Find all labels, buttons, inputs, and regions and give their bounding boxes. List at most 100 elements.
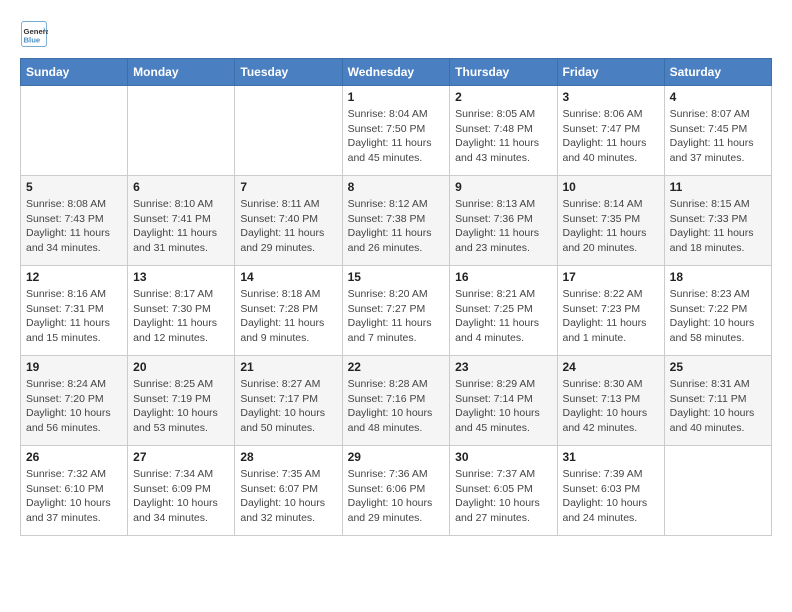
header-wednesday: Wednesday	[342, 59, 450, 86]
header-tuesday: Tuesday	[235, 59, 342, 86]
day-number: 4	[670, 90, 766, 104]
day-info: Sunrise: 8:10 AM Sunset: 7:41 PM Dayligh…	[133, 197, 229, 256]
calendar-week-2: 5 Sunrise: 8:08 AM Sunset: 7:43 PM Daylig…	[21, 176, 772, 266]
calendar-cell: 24 Sunrise: 8:30 AM Sunset: 7:13 PM Dayli…	[557, 356, 664, 446]
day-info: Sunrise: 8:12 AM Sunset: 7:38 PM Dayligh…	[348, 197, 445, 256]
day-number: 2	[455, 90, 551, 104]
calendar-cell: 9 Sunrise: 8:13 AM Sunset: 7:36 PM Daylig…	[450, 176, 557, 266]
calendar-cell: 11 Sunrise: 8:15 AM Sunset: 7:33 PM Dayli…	[664, 176, 771, 266]
day-info: Sunrise: 8:17 AM Sunset: 7:30 PM Dayligh…	[133, 287, 229, 346]
day-info: Sunrise: 8:30 AM Sunset: 7:13 PM Dayligh…	[563, 377, 659, 436]
day-number: 25	[670, 360, 766, 374]
day-number: 10	[563, 180, 659, 194]
day-info: Sunrise: 8:08 AM Sunset: 7:43 PM Dayligh…	[26, 197, 122, 256]
calendar-cell: 6 Sunrise: 8:10 AM Sunset: 7:41 PM Daylig…	[128, 176, 235, 266]
calendar-cell: 25 Sunrise: 8:31 AM Sunset: 7:11 PM Dayli…	[664, 356, 771, 446]
calendar-cell: 28Sunrise: 7:35 AM Sunset: 6:07 PM Dayli…	[235, 446, 342, 536]
page-header: General Blue	[20, 20, 772, 48]
calendar-cell: 4 Sunrise: 8:07 AM Sunset: 7:45 PM Daylig…	[664, 86, 771, 176]
calendar-cell: 23Sunrise: 8:29 AM Sunset: 7:14 PM Dayli…	[450, 356, 557, 446]
day-number: 16	[455, 270, 551, 284]
day-number: 19	[26, 360, 122, 374]
day-number: 5	[26, 180, 122, 194]
day-number: 26	[26, 450, 122, 464]
day-info: Sunrise: 8:27 AM Sunset: 7:17 PM Dayligh…	[240, 377, 336, 436]
day-number: 30	[455, 450, 551, 464]
day-info: Sunrise: 7:34 AM Sunset: 6:09 PM Dayligh…	[133, 467, 229, 526]
day-number: 7	[240, 180, 336, 194]
calendar-cell	[128, 86, 235, 176]
day-info: Sunrise: 8:11 AM Sunset: 7:40 PM Dayligh…	[240, 197, 336, 256]
day-info: Sunrise: 8:07 AM Sunset: 7:45 PM Dayligh…	[670, 107, 766, 166]
day-number: 13	[133, 270, 229, 284]
day-info: Sunrise: 8:15 AM Sunset: 7:33 PM Dayligh…	[670, 197, 766, 256]
day-info: Sunrise: 8:23 AM Sunset: 7:22 PM Dayligh…	[670, 287, 766, 346]
day-info: Sunrise: 8:25 AM Sunset: 7:19 PM Dayligh…	[133, 377, 229, 436]
day-number: 27	[133, 450, 229, 464]
calendar-table: SundayMondayTuesdayWednesdayThursdayFrid…	[20, 58, 772, 536]
svg-text:Blue: Blue	[24, 35, 41, 44]
day-number: 9	[455, 180, 551, 194]
calendar-cell: 27 Sunrise: 7:34 AM Sunset: 6:09 PM Dayli…	[128, 446, 235, 536]
header-friday: Friday	[557, 59, 664, 86]
header-monday: Monday	[128, 59, 235, 86]
header-thursday: Thursday	[450, 59, 557, 86]
day-info: Sunrise: 8:20 AM Sunset: 7:27 PM Dayligh…	[348, 287, 445, 346]
day-number: 31	[563, 450, 659, 464]
day-number: 17	[563, 270, 659, 284]
day-number: 14	[240, 270, 336, 284]
day-info: Sunrise: 8:24 AM Sunset: 7:20 PM Dayligh…	[26, 377, 122, 436]
calendar-cell: 29 Sunrise: 7:36 AM Sunset: 6:06 PM Dayli…	[342, 446, 450, 536]
calendar-cell: 21 Sunrise: 8:27 AM Sunset: 7:17 PM Dayli…	[235, 356, 342, 446]
calendar-cell: 12Sunrise: 8:16 AM Sunset: 7:31 PM Dayli…	[21, 266, 128, 356]
calendar-cell: 31Sunrise: 7:39 AM Sunset: 6:03 PM Dayli…	[557, 446, 664, 536]
calendar-cell: 30 Sunrise: 7:37 AM Sunset: 6:05 PM Dayli…	[450, 446, 557, 536]
calendar-cell: 5 Sunrise: 8:08 AM Sunset: 7:43 PM Daylig…	[21, 176, 128, 266]
calendar-cell: 13 Sunrise: 8:17 AM Sunset: 7:30 PM Dayli…	[128, 266, 235, 356]
calendar-week-4: 19 Sunrise: 8:24 AM Sunset: 7:20 PM Dayli…	[21, 356, 772, 446]
calendar-cell: 14 Sunrise: 8:18 AM Sunset: 7:28 PM Dayli…	[235, 266, 342, 356]
calendar-week-3: 12Sunrise: 8:16 AM Sunset: 7:31 PM Dayli…	[21, 266, 772, 356]
calendar-cell: 18Sunrise: 8:23 AM Sunset: 7:22 PM Dayli…	[664, 266, 771, 356]
calendar-cell: 7 Sunrise: 8:11 AM Sunset: 7:40 PM Daylig…	[235, 176, 342, 266]
day-info: Sunrise: 7:32 AM Sunset: 6:10 PM Dayligh…	[26, 467, 122, 526]
header-sunday: Sunday	[21, 59, 128, 86]
day-number: 8	[348, 180, 445, 194]
calendar-cell: 1 Sunrise: 8:04 AM Sunset: 7:50 PM Daylig…	[342, 86, 450, 176]
day-info: Sunrise: 8:21 AM Sunset: 7:25 PM Dayligh…	[455, 287, 551, 346]
calendar-cell: 2 Sunrise: 8:05 AM Sunset: 7:48 PM Daylig…	[450, 86, 557, 176]
day-number: 6	[133, 180, 229, 194]
day-number: 11	[670, 180, 766, 194]
calendar-cell: 10Sunrise: 8:14 AM Sunset: 7:35 PM Dayli…	[557, 176, 664, 266]
day-number: 20	[133, 360, 229, 374]
logo-icon: General Blue	[20, 20, 48, 48]
calendar-cell	[664, 446, 771, 536]
calendar-cell: 20 Sunrise: 8:25 AM Sunset: 7:19 PM Dayli…	[128, 356, 235, 446]
calendar-cell: 3Sunrise: 8:06 AM Sunset: 7:47 PM Daylig…	[557, 86, 664, 176]
calendar-cell: 22Sunrise: 8:28 AM Sunset: 7:16 PM Dayli…	[342, 356, 450, 446]
day-number: 28	[240, 450, 336, 464]
day-number: 1	[348, 90, 445, 104]
day-info: Sunrise: 8:28 AM Sunset: 7:16 PM Dayligh…	[348, 377, 445, 436]
day-number: 21	[240, 360, 336, 374]
day-number: 3	[563, 90, 659, 104]
logo: General Blue	[20, 20, 52, 48]
day-info: Sunrise: 7:36 AM Sunset: 6:06 PM Dayligh…	[348, 467, 445, 526]
calendar-cell: 19 Sunrise: 8:24 AM Sunset: 7:20 PM Dayli…	[21, 356, 128, 446]
header-saturday: Saturday	[664, 59, 771, 86]
day-info: Sunrise: 7:37 AM Sunset: 6:05 PM Dayligh…	[455, 467, 551, 526]
calendar-header-row: SundayMondayTuesdayWednesdayThursdayFrid…	[21, 59, 772, 86]
day-info: Sunrise: 8:13 AM Sunset: 7:36 PM Dayligh…	[455, 197, 551, 256]
day-info: Sunrise: 8:18 AM Sunset: 7:28 PM Dayligh…	[240, 287, 336, 346]
calendar-cell	[21, 86, 128, 176]
calendar-cell: 15Sunrise: 8:20 AM Sunset: 7:27 PM Dayli…	[342, 266, 450, 356]
calendar-cell: 16 Sunrise: 8:21 AM Sunset: 7:25 PM Dayli…	[450, 266, 557, 356]
calendar-week-1: 1 Sunrise: 8:04 AM Sunset: 7:50 PM Daylig…	[21, 86, 772, 176]
day-info: Sunrise: 8:31 AM Sunset: 7:11 PM Dayligh…	[670, 377, 766, 436]
day-number: 24	[563, 360, 659, 374]
day-number: 29	[348, 450, 445, 464]
day-info: Sunrise: 8:05 AM Sunset: 7:48 PM Dayligh…	[455, 107, 551, 166]
day-info: Sunrise: 8:04 AM Sunset: 7:50 PM Dayligh…	[348, 107, 445, 166]
day-info: Sunrise: 8:16 AM Sunset: 7:31 PM Dayligh…	[26, 287, 122, 346]
calendar-week-5: 26 Sunrise: 7:32 AM Sunset: 6:10 PM Dayli…	[21, 446, 772, 536]
